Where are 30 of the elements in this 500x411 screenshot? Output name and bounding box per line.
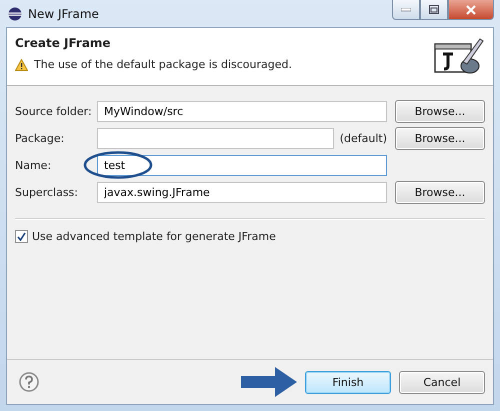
close-icon bbox=[466, 4, 476, 14]
warning-message: The use of the default package is discouraged. bbox=[34, 58, 292, 71]
field-label: Name: bbox=[15, 159, 52, 172]
pointer-arrow bbox=[241, 367, 297, 397]
highlight-ellipse bbox=[83, 150, 153, 180]
maximize-icon bbox=[429, 5, 439, 14]
browse-button[interactable]: Browse... bbox=[395, 181, 485, 204]
browse-button[interactable]: Browse... bbox=[395, 100, 485, 123]
field-label: Package: bbox=[15, 132, 66, 145]
text-field[interactable] bbox=[97, 128, 334, 149]
checkbox-label: Use advanced template for generate JFrame bbox=[32, 230, 276, 243]
dialog-title: Create JFrame bbox=[15, 36, 112, 50]
warning-icon bbox=[15, 58, 28, 70]
minimize-icon bbox=[401, 8, 411, 12]
field-label: Source folder: bbox=[15, 105, 89, 118]
cancel-button[interactable]: Cancel bbox=[399, 370, 485, 394]
window-title: New JFrame bbox=[28, 6, 100, 20]
help-icon[interactable] bbox=[19, 372, 39, 392]
checkbox[interactable] bbox=[15, 230, 28, 243]
text-field[interactable]: test bbox=[97, 155, 387, 176]
browse-button[interactable]: Browse... bbox=[395, 127, 485, 150]
maximize-button[interactable] bbox=[420, 0, 448, 20]
app-icon bbox=[8, 6, 22, 20]
text-field[interactable]: MyWindow/src bbox=[97, 101, 387, 122]
text-field[interactable]: javax.swing.JFrame bbox=[97, 182, 387, 203]
field-label: Superclass: bbox=[15, 186, 79, 199]
close-button[interactable] bbox=[448, 0, 494, 20]
finish-button[interactable]: Finish bbox=[305, 370, 391, 394]
class-wizard-icon bbox=[433, 36, 485, 76]
default-hint: (default) bbox=[340, 132, 387, 145]
